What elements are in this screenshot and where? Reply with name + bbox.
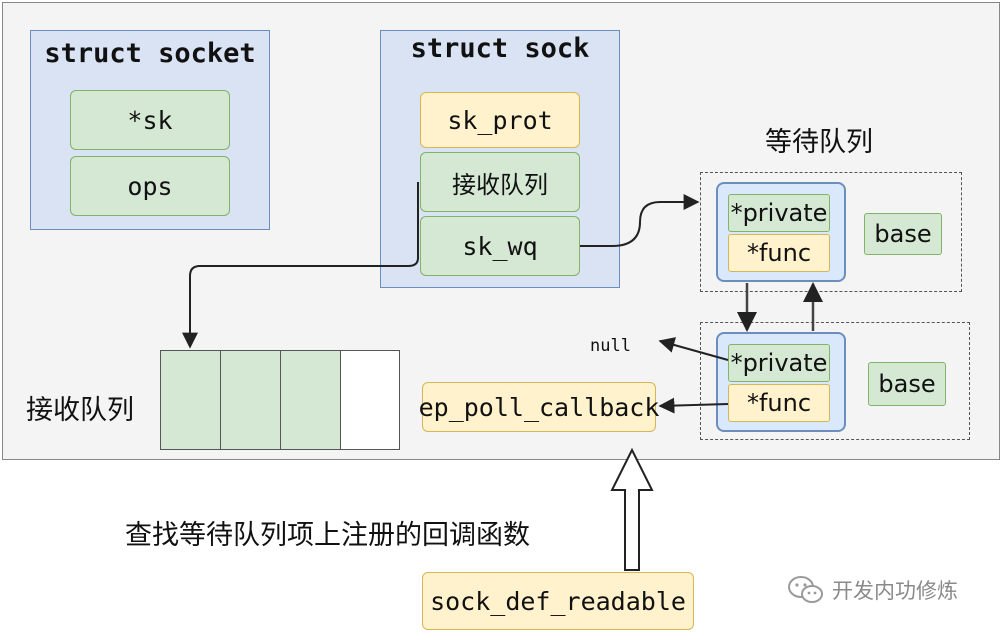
arrow-private-to-null [658, 337, 729, 361]
connectors [182, 182, 823, 571]
arrow-receive-queue-pointer [182, 182, 419, 349]
arrow-func-to-callback [658, 397, 729, 414]
arrow-sk-wq-to-wait-queue [580, 194, 700, 247]
arrow-trigger-lookup [610, 447, 654, 571]
